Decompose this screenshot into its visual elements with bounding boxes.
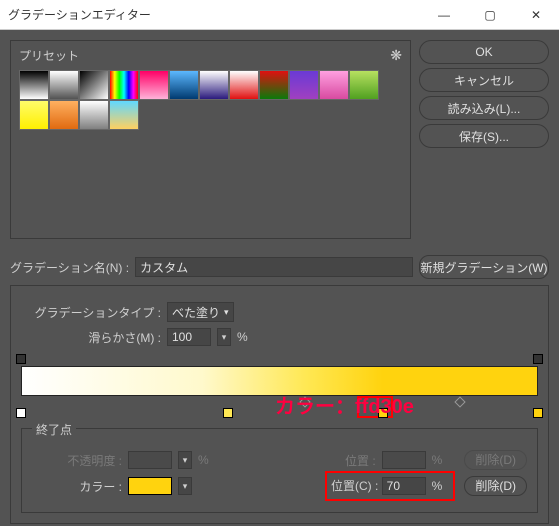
opacity-label: 不透明度 : (32, 452, 122, 469)
gradient-panel: グラデーションタイプ : べた塗り ▾ 滑らかさ(M) : ▾ % 終了点 不透… (10, 285, 549, 524)
gradient-bar[interactable] (21, 366, 538, 396)
cancel-button[interactable]: キャンセル (419, 68, 549, 92)
preset-swatch[interactable] (139, 70, 169, 100)
save-button[interactable]: 保存(S)... (419, 124, 549, 148)
ok-button[interactable]: OK (419, 40, 549, 64)
smoothness-stepper[interactable]: ▾ (217, 328, 231, 346)
preset-grid (19, 70, 402, 130)
presets-panel: プリセット ❋ (10, 40, 411, 239)
titlebar: グラデーションエディター — ▢ ✕ (0, 0, 559, 30)
preset-swatch[interactable] (19, 100, 49, 130)
new-gradient-button[interactable]: 新規グラデーション(W) (419, 255, 549, 279)
preset-swatch[interactable] (319, 70, 349, 100)
pos2-label: 位置(C) : (331, 479, 378, 493)
minimize-button[interactable]: — (421, 0, 467, 30)
opacity-stop[interactable] (16, 354, 26, 364)
opacity-input (128, 451, 172, 469)
opacity-stop[interactable] (533, 354, 543, 364)
smoothness-unit: % (237, 330, 248, 344)
pos1-label: 位置 : (345, 452, 376, 469)
window-title: グラデーションエディター (8, 6, 421, 23)
preset-swatch[interactable] (109, 70, 139, 100)
position-input[interactable] (382, 477, 426, 495)
name-input[interactable] (135, 257, 413, 277)
smoothness-input[interactable] (167, 328, 211, 346)
preset-swatch[interactable] (19, 70, 49, 100)
preset-swatch[interactable] (109, 100, 139, 130)
chevron-down-icon: ▾ (224, 307, 229, 318)
color-stop[interactable] (16, 408, 26, 418)
name-label: グラデーション名(N) : (10, 259, 129, 276)
gear-icon[interactable]: ❋ (390, 47, 402, 64)
opacity-stepper: ▾ (178, 451, 192, 469)
preset-swatch[interactable] (49, 70, 79, 100)
type-label: グラデーションタイプ : (21, 304, 161, 321)
preset-swatch[interactable] (289, 70, 319, 100)
stop-group: 終了点 不透明度 : ▾ % 位置 : % 削除(D) カラー : (21, 428, 538, 513)
preset-swatch[interactable] (349, 70, 379, 100)
delete2-button[interactable]: 削除(D) (464, 476, 527, 496)
color-label: カラー : (32, 478, 122, 495)
smoothness-label: 滑らかさ(M) : (21, 329, 161, 346)
color-stop[interactable] (223, 408, 233, 418)
maximize-button[interactable]: ▢ (467, 0, 513, 30)
preset-swatch[interactable] (229, 70, 259, 100)
color-swatch[interactable] (128, 477, 172, 495)
gradient-editor (21, 354, 538, 418)
color-stop[interactable] (533, 408, 543, 418)
preset-swatch[interactable] (199, 70, 229, 100)
type-dropdown[interactable]: べた塗り ▾ (167, 302, 234, 322)
pos1-input (382, 451, 426, 469)
preset-swatch[interactable] (79, 100, 109, 130)
preset-swatch[interactable] (259, 70, 289, 100)
preset-swatch[interactable] (169, 70, 199, 100)
color-picker-arrow[interactable]: ▾ (178, 477, 192, 495)
close-button[interactable]: ✕ (513, 0, 559, 30)
delete1-button: 削除(D) (464, 450, 527, 470)
stop-group-title: 終了点 (32, 421, 76, 438)
midpoint[interactable] (300, 396, 311, 407)
dialog-content: プリセット ❋ OK キャンセル 読み込み(L)... 保存(S)... (0, 30, 559, 249)
midpoint[interactable] (455, 396, 466, 407)
opacity-unit: % (198, 453, 209, 467)
load-button[interactable]: 読み込み(L)... (419, 96, 549, 120)
presets-label: プリセット (19, 47, 390, 64)
preset-swatch[interactable] (49, 100, 79, 130)
preset-swatch[interactable] (79, 70, 109, 100)
color-stop[interactable] (378, 408, 388, 418)
